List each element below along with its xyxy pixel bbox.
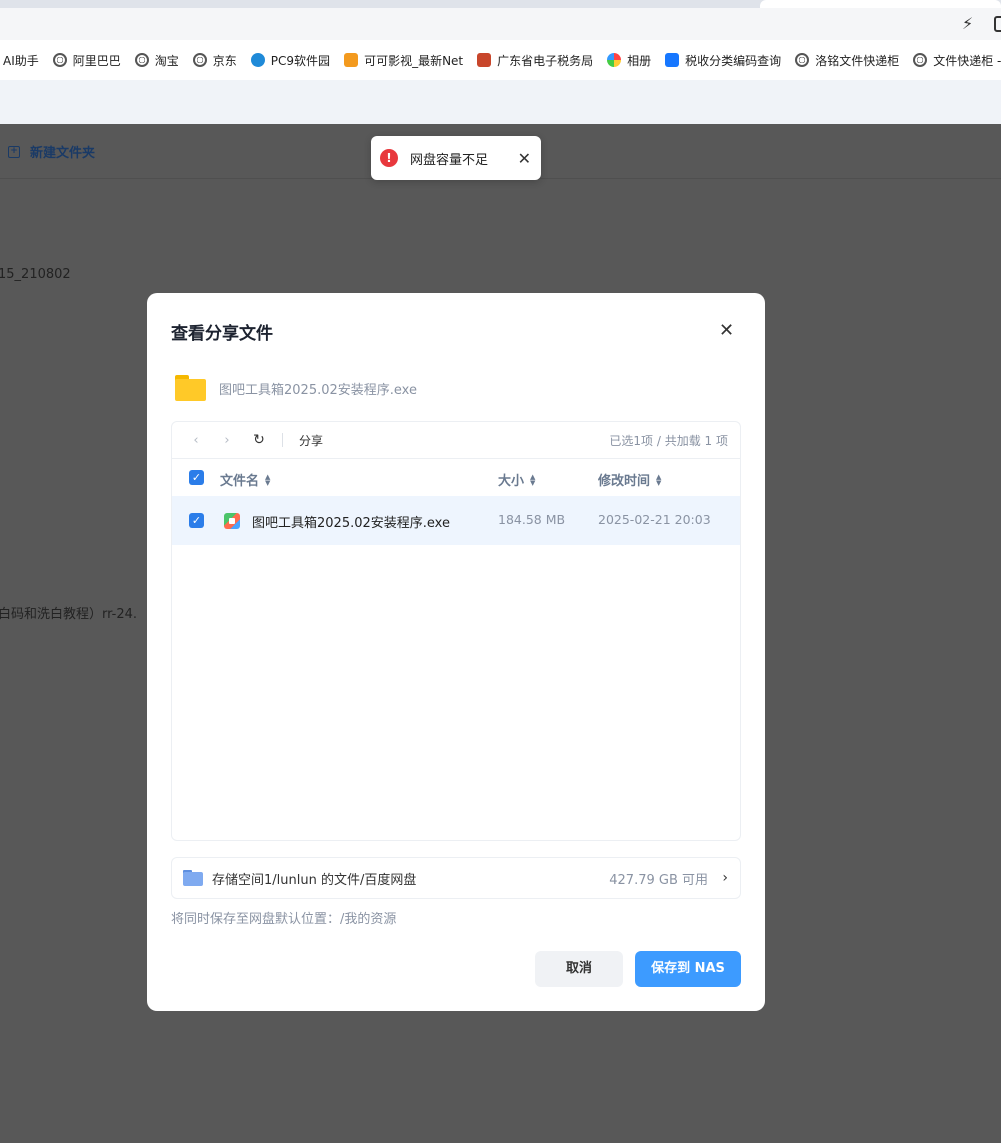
list-item: 15_210802 — [0, 267, 71, 282]
destination-path: 存储空间1/lunlun 的文件/百度网盘 — [212, 872, 417, 888]
error-toast: ! 网盘容量不足 ✕ — [371, 136, 541, 180]
globe-icon — [192, 53, 207, 67]
save-to-nas-button[interactable]: 保存到 NAS — [635, 951, 741, 987]
bookmark-file-locker[interactable]: 文件快递柜 - F — [913, 49, 1001, 71]
close-icon[interactable]: ✕ — [518, 149, 531, 168]
sort-icon[interactable]: ▲ ▼ — [656, 473, 661, 486]
bookmark-tax-code[interactable]: 税收分类编码查询 — [665, 49, 781, 71]
new-folder-button[interactable]: + 新建文件夹 — [8, 142, 95, 161]
globe-icon — [913, 53, 928, 67]
cancel-button[interactable]: 取消 — [535, 951, 623, 987]
toast-message: 网盘容量不足 — [410, 152, 489, 168]
forward-icon[interactable]: › — [220, 433, 234, 448]
exe-file-icon — [224, 513, 240, 529]
orange-logo-icon — [344, 53, 359, 67]
list-item: 白码和洗白教程）rr-24. — [0, 607, 137, 622]
bookmark-tax-bureau[interactable]: 广东省电子税务局 — [477, 49, 593, 71]
shared-file-header: 图吧工具箱2025.02安装程序.exe — [175, 375, 417, 401]
file-size: 184.58 MB — [498, 512, 566, 527]
destination-selector[interactable]: 存储空间1/lunlun 的文件/百度网盘 427.79 GB 可用 › — [171, 857, 741, 899]
available-space: 427.79 GB 可用 — [609, 872, 708, 888]
refresh-icon[interactable]: ↻ — [252, 432, 266, 448]
bolt-icon[interactable]: ⚡ — [962, 14, 973, 33]
bookmark-taobao[interactable]: 淘宝 — [134, 49, 179, 71]
extension-icon[interactable] — [994, 16, 1001, 32]
shared-file-name: 图吧工具箱2025.02安装程序.exe — [219, 382, 417, 398]
bookmark-ai-assistant[interactable]: AI助手 — [3, 49, 39, 71]
save-note: 将同时保存至网盘默认位置：/我的资源 — [171, 912, 397, 927]
share-files-dialog: 查看分享文件 ✕ 图吧工具箱2025.02安装程序.exe ‹ › ↻ 分享 已… — [147, 293, 765, 1011]
globe-icon — [795, 53, 810, 67]
close-icon[interactable]: ✕ — [719, 320, 734, 341]
file-browser-nav: ‹ › ↻ 分享 已选1项 / 共加载 1 项 — [172, 422, 740, 459]
bookmark-luoming[interactable]: 洛铭文件快递柜 — [795, 49, 899, 71]
address-bar: ⚡ — [0, 8, 1001, 40]
file-name: 图吧工具箱2025.02安装程序.exe — [252, 516, 450, 531]
row-checkbox[interactable]: ✓ — [189, 513, 204, 528]
folder-icon — [175, 375, 206, 401]
tax-logo-icon — [477, 53, 492, 67]
plus-folder-icon: + — [8, 145, 20, 158]
select-all-checkbox[interactable]: ✓ — [189, 470, 204, 485]
bookmark-alibaba[interactable]: 阿里巴巴 — [52, 49, 121, 71]
app-toolbar — [0, 80, 1001, 124]
globe-icon — [134, 53, 149, 67]
bookmark-photos[interactable]: 相册 — [607, 49, 651, 71]
column-header-name[interactable]: 文件名 ▲ ▼ — [220, 470, 270, 489]
sort-icon[interactable]: ▲ ▼ — [265, 473, 270, 486]
file-browser: ‹ › ↻ 分享 已选1项 / 共加载 1 项 ✓ 文件名 ▲ ▼ 大小 ▲ ▼ 修… — [171, 421, 741, 841]
blue-circle-icon — [250, 53, 265, 67]
chevron-right-icon: › — [722, 870, 728, 886]
sort-icon[interactable]: ▲ ▼ — [530, 473, 535, 486]
file-modified: 2025-02-21 20:03 — [598, 512, 711, 527]
selection-count: 已选1项 / 共加载 1 项 — [609, 433, 728, 448]
bookmark-jd[interactable]: 京东 — [192, 49, 237, 71]
table-header: ✓ 文件名 ▲ ▼ 大小 ▲ ▼ 修改时间 ▲ ▼ — [172, 459, 740, 496]
table-row[interactable]: ✓ 图吧工具箱2025.02安装程序.exe 184.58 MB 2025-02… — [172, 496, 740, 545]
tab-strip — [0, 0, 1001, 8]
folder-icon — [183, 870, 203, 886]
error-icon: ! — [380, 149, 398, 167]
column-header-modified[interactable]: 修改时间 ▲ ▼ — [598, 470, 661, 489]
blue-square-icon — [665, 53, 680, 67]
bookmark-keke[interactable]: 可可影视_最新Net — [344, 49, 463, 71]
active-tab[interactable] — [760, 0, 1001, 8]
divider — [282, 433, 283, 447]
column-header-size[interactable]: 大小 ▲ ▼ — [498, 470, 535, 489]
bookmarks-bar: AI助手 阿里巴巴 淘宝 京东 PC9软件园 可可影视_最新Net 广东省电子税… — [0, 40, 1001, 80]
breadcrumb[interactable]: 分享 — [299, 432, 323, 449]
dialog-title: 查看分享文件 — [171, 324, 273, 344]
globe-icon — [52, 53, 67, 67]
bookmark-pc9[interactable]: PC9软件园 — [250, 49, 330, 71]
photos-icon — [607, 53, 622, 67]
back-icon[interactable]: ‹ — [189, 433, 203, 448]
